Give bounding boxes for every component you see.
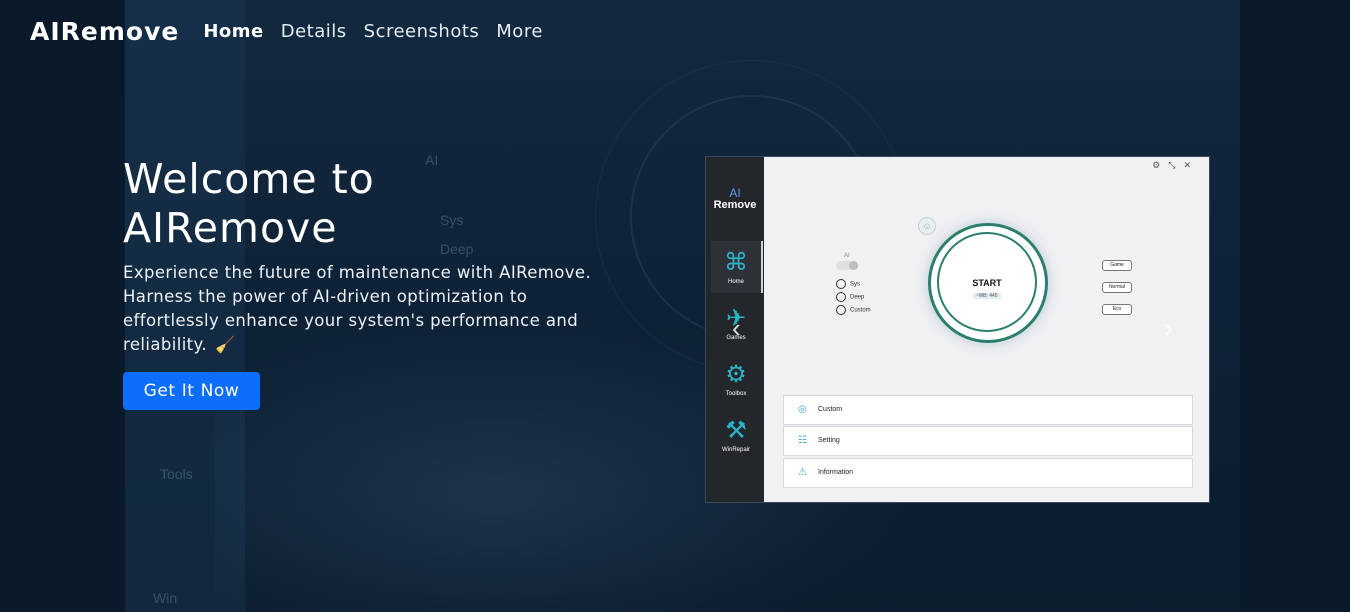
minimize-icon: ⤡ bbox=[1168, 160, 1184, 170]
gear-icon: ⚙ bbox=[1152, 160, 1169, 170]
hero-title-line2: AIRemove bbox=[123, 204, 338, 252]
radio-icon bbox=[836, 305, 846, 315]
nav-link-home[interactable]: Home bbox=[203, 21, 263, 42]
broom-icon: 🧹 bbox=[215, 335, 236, 354]
broom-bucket-icon: ⌘ bbox=[724, 249, 748, 276]
smile-icon: ☺ bbox=[918, 217, 936, 235]
nav-link-details[interactable]: Details bbox=[281, 21, 347, 42]
nav-link-more[interactable]: More bbox=[496, 21, 543, 42]
screenshot-carousel: AI Remove ⌘ Home ✈ Games ⚙ Toolbox ⚒ Win… bbox=[705, 156, 1210, 503]
radio-icon bbox=[836, 292, 846, 302]
settings-icon: ☷ bbox=[798, 435, 807, 446]
power-mode-eco: Eco bbox=[1102, 304, 1132, 315]
app-row-custom: ◎ Custom bbox=[783, 395, 1193, 425]
app-window-controls: ⚙⤡✕ bbox=[1152, 160, 1199, 171]
app-sidebar-label: Toolbox bbox=[725, 391, 747, 397]
hero-section: Welcome to AIRemove Experience the futur… bbox=[123, 155, 603, 357]
close-icon: ✕ bbox=[1183, 160, 1199, 170]
warning-icon: ⚠ bbox=[798, 467, 807, 478]
start-label: START bbox=[972, 278, 1002, 288]
start-button-graphic: START ~MB: 445 bbox=[928, 223, 1048, 343]
app-sidebar-item-home: ⌘ Home bbox=[711, 241, 763, 293]
app-sidebar-label: WinRepair bbox=[721, 447, 750, 453]
carousel-prev-icon[interactable]: ‹ bbox=[732, 313, 741, 344]
app-sidebar-item-winrepair: ⚒ WinRepair bbox=[711, 409, 761, 461]
scan-mode-label: Sys bbox=[850, 281, 861, 288]
radio-icon bbox=[836, 279, 846, 289]
start-button-inner: START ~MB: 445 bbox=[937, 232, 1037, 332]
hero-description-text: Experience the future of maintenance wit… bbox=[123, 263, 592, 354]
background-label: Tools bbox=[160, 466, 193, 482]
scan-mode-sys: Sys bbox=[836, 279, 916, 291]
toolbox-icon: ⚙ bbox=[725, 361, 747, 388]
app-logo-line1: AI bbox=[729, 186, 741, 200]
hero-title-line1: Welcome to bbox=[123, 155, 375, 203]
carousel-next-icon[interactable]: › bbox=[1164, 313, 1173, 344]
app-row-label: Information bbox=[818, 469, 854, 476]
scan-mode-label: Custom bbox=[850, 307, 871, 314]
scan-mode-label: Deep bbox=[850, 294, 865, 301]
app-sidebar-label: Home bbox=[727, 279, 744, 285]
ai-toggle bbox=[836, 261, 858, 270]
hero-description: Experience the future of maintenance wit… bbox=[123, 261, 603, 357]
app-logo-line2: Remove bbox=[713, 199, 757, 211]
wrench-icon: ⚒ bbox=[725, 417, 747, 444]
scan-mode-custom: Custom bbox=[836, 305, 916, 317]
app-row-label: Setting bbox=[818, 437, 840, 444]
app-row-label: Custom bbox=[818, 406, 843, 413]
power-mode-normal: Normal bbox=[1102, 282, 1132, 293]
hero-title: Welcome to AIRemove bbox=[123, 155, 603, 253]
start-size: ~MB: 445 bbox=[973, 293, 1001, 299]
power-mode-game: Game bbox=[1102, 260, 1132, 271]
nav-link-screenshots[interactable]: Screenshots bbox=[364, 21, 480, 42]
app-row-setting: ☷ Setting bbox=[783, 426, 1193, 456]
ai-toggle-label: AI bbox=[844, 253, 850, 259]
get-it-now-button[interactable]: Get It Now bbox=[123, 372, 260, 410]
scan-mode-deep: Deep bbox=[836, 292, 916, 304]
target-icon: ◎ bbox=[798, 404, 807, 415]
app-row-information: ⚠ Information bbox=[783, 458, 1193, 488]
background-label: Win bbox=[153, 590, 178, 606]
app-logo: AI Remove bbox=[706, 187, 764, 211]
top-nav: AIRemove Home Details Screenshots More bbox=[30, 16, 560, 46]
app-sidebar-item-toolbox: ⚙ Toolbox bbox=[711, 353, 761, 405]
brand-logo[interactable]: AIRemove bbox=[30, 17, 179, 46]
